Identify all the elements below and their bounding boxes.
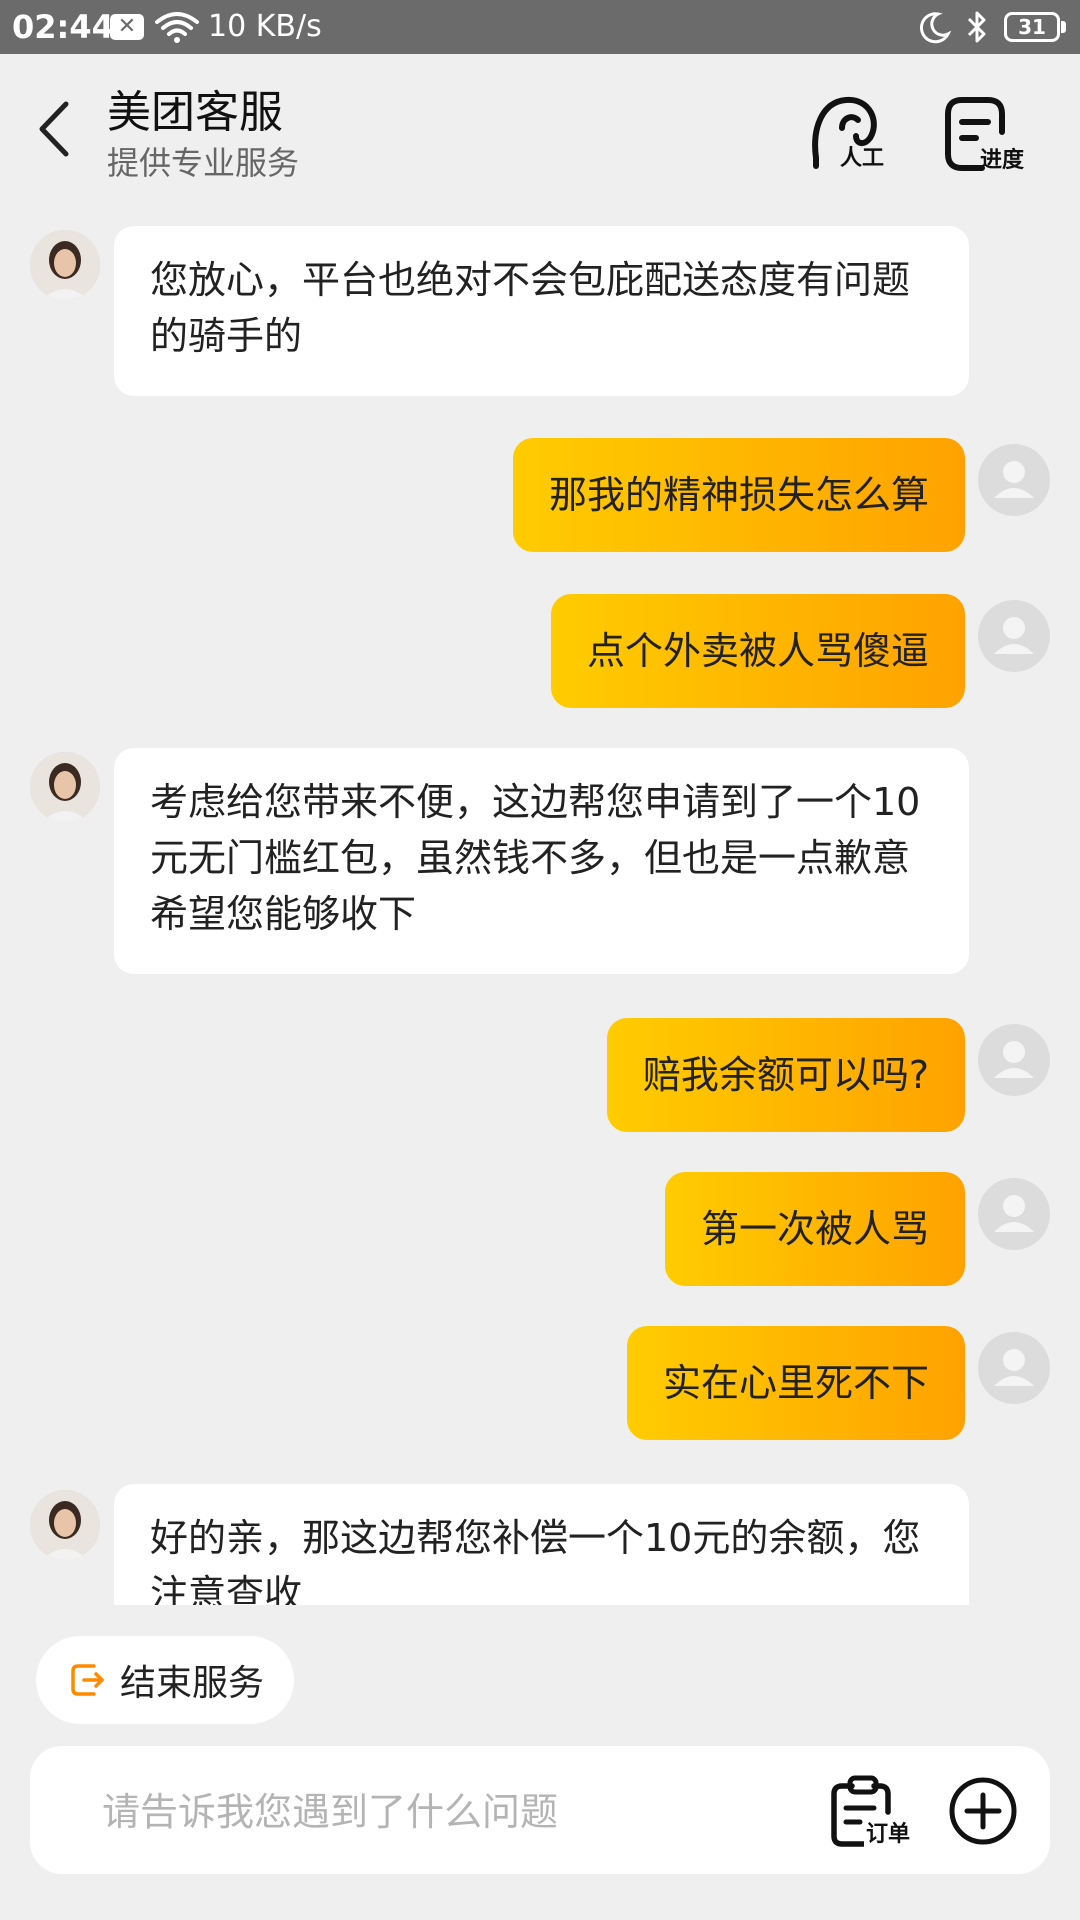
bluetooth-icon	[967, 11, 986, 43]
user-message: 点个外卖被人骂傻逼	[550, 594, 965, 708]
end-service-button[interactable]: 结束服务	[36, 1636, 294, 1724]
user-avatar	[978, 1024, 1050, 1096]
moon-icon	[919, 12, 952, 44]
chat-area[interactable]: 您放心，平台也绝对不会包庇配送态度有问题的骑手的 那我的精神损失怎么算 点个外卖…	[0, 200, 1080, 1605]
back-button[interactable]	[30, 94, 80, 164]
user-avatar	[978, 1178, 1050, 1250]
order-button[interactable]: 订单	[830, 1774, 914, 1850]
order-label: 订单	[864, 1816, 913, 1848]
input-bar: 订单	[30, 1746, 1050, 1874]
battery-indicator: 31	[1004, 12, 1060, 42]
end-service-label: 结束服务	[120, 1663, 265, 1704]
notification-close-icon: ✕	[110, 14, 144, 40]
wifi-icon	[155, 12, 199, 43]
agent-message: 您放心，平台也绝对不会包庇配送态度有问题的骑手的	[114, 226, 969, 396]
page-title: 美团客服	[107, 87, 283, 138]
agent-avatar	[30, 752, 100, 822]
user-avatar	[978, 600, 1050, 672]
user-avatar	[978, 1332, 1050, 1404]
user-message: 第一次被人骂	[664, 1172, 965, 1286]
agent-message: 考虑给您带来不便，这边帮您申请到了一个10元无门槛红包，虽然钱不多，但也是一点歉…	[114, 748, 969, 974]
header: 美团客服 提供专业服务 人工 进度	[0, 54, 1080, 200]
user-message: 赔我余额可以吗?	[606, 1018, 965, 1132]
human-agent-button[interactable]: 人工	[808, 88, 904, 184]
human-agent-label: 人工	[840, 146, 885, 171]
message-input[interactable]	[100, 1776, 804, 1848]
user-message: 实在心里死不下	[626, 1326, 965, 1440]
progress-button[interactable]: 进度	[942, 88, 1038, 184]
add-icon[interactable]	[948, 1776, 1018, 1846]
battery-tip	[1061, 21, 1066, 33]
status-bar: 02:44 ✕ 10 KB/s 31	[0, 0, 1080, 54]
agent-avatar	[30, 1490, 100, 1560]
page-subtitle: 提供专业服务	[107, 144, 300, 182]
agent-message: 好的亲，那这边帮您补偿一个10元的余额，您注意查收	[114, 1484, 969, 1605]
agent-avatar	[30, 230, 100, 300]
network-speed: 10 KB/s	[208, 9, 322, 44]
progress-label: 进度	[980, 148, 1025, 173]
user-avatar	[978, 444, 1050, 516]
status-time: 02:44	[12, 8, 114, 46]
user-message: 那我的精神损失怎么算	[512, 438, 965, 552]
exit-icon	[71, 1664, 104, 1696]
